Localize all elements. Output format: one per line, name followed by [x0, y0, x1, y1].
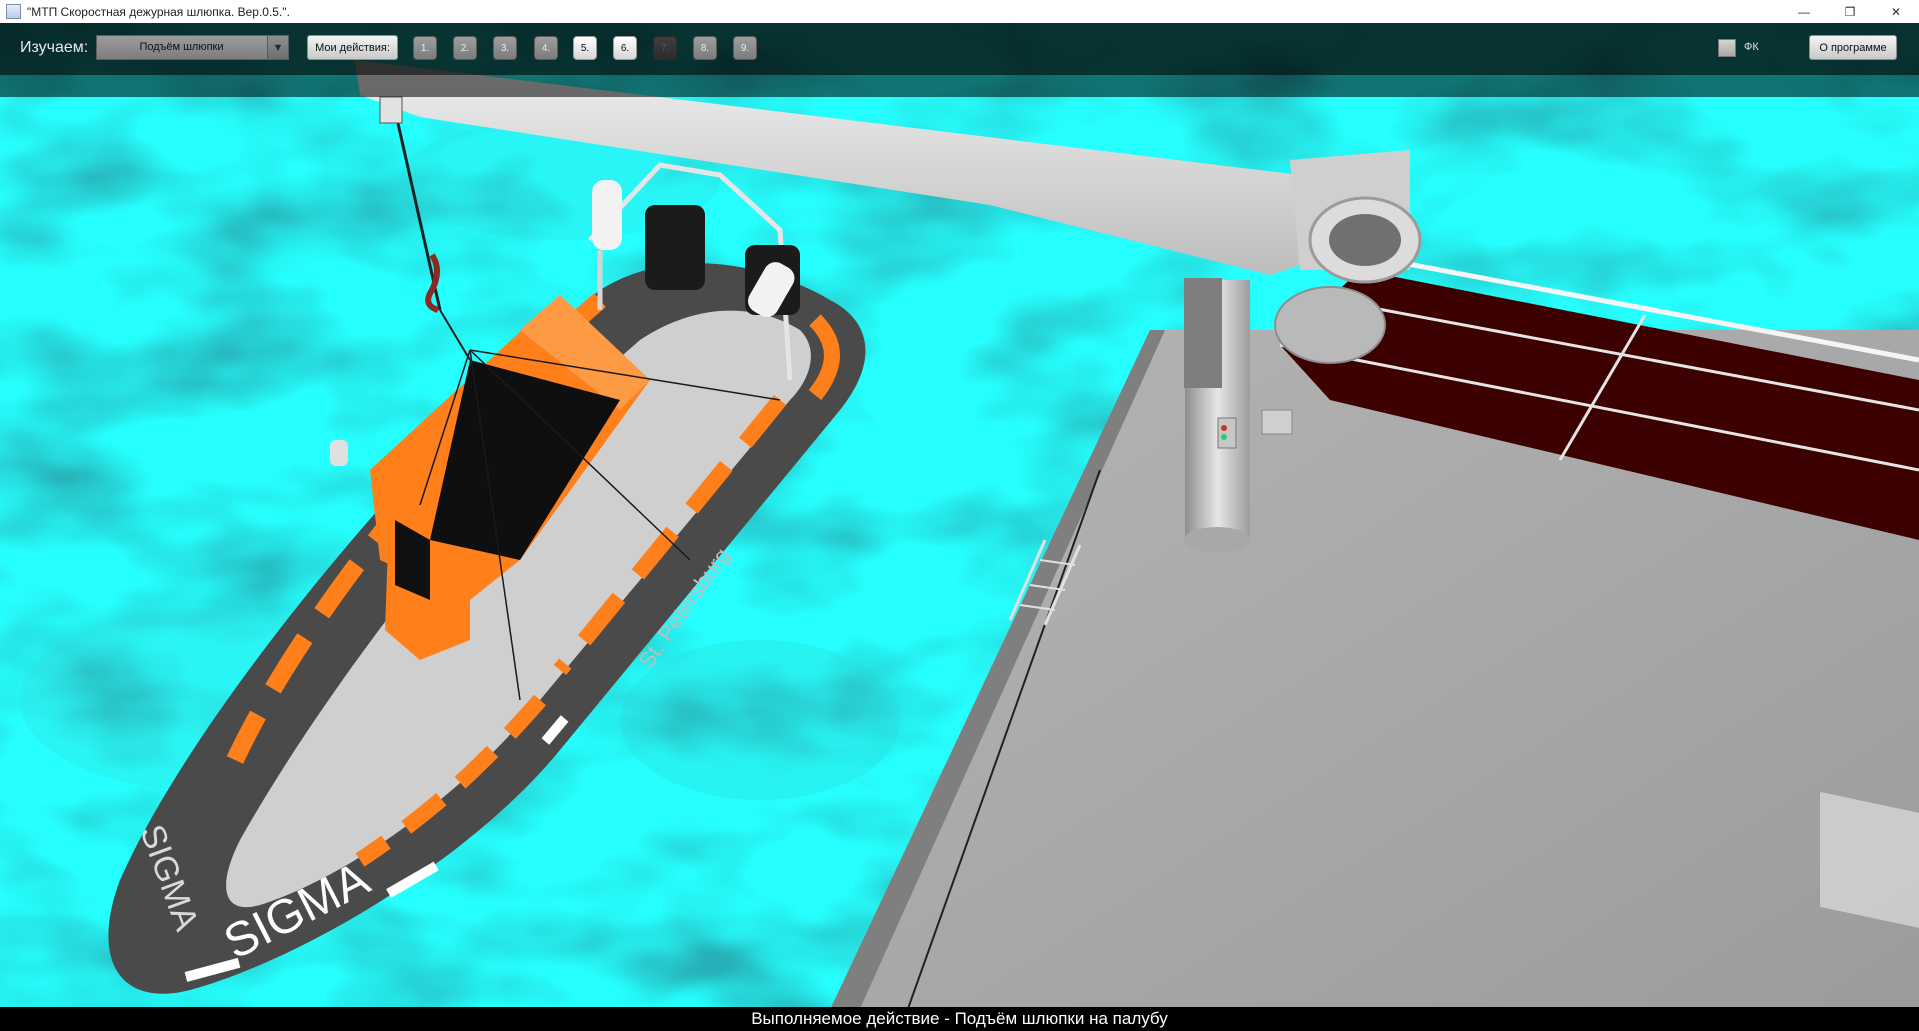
- app-icon: [6, 4, 21, 19]
- step-button-3[interactable]: 3.: [493, 36, 517, 60]
- about-button[interactable]: О программе: [1809, 35, 1897, 60]
- step-button-5[interactable]: 5.: [573, 36, 597, 60]
- window-title: "МТП Скоростная дежурная шлюпка. Вер.0.5…: [27, 4, 290, 19]
- study-topic-value: Подъём шлюпки: [139, 41, 224, 53]
- simulation-viewport[interactable]: SIGMA SIGMA St. Petersburg: [0, 23, 1919, 1031]
- step-button-8[interactable]: 8.: [693, 36, 717, 60]
- fk-checkbox[interactable]: [1718, 39, 1736, 57]
- step-button-9[interactable]: 9.: [733, 36, 757, 60]
- step-button-7[interactable]: 7.: [653, 36, 677, 60]
- study-topic-select[interactable]: Подъём шлюпки ▼: [96, 35, 289, 60]
- close-button[interactable]: ✕: [1873, 0, 1919, 23]
- status-bar: Выполняемое действие - Подъём шлюпки на …: [0, 1007, 1919, 1031]
- current-action-text: Выполняемое действие - Подъём шлюпки на …: [751, 1009, 1168, 1028]
- step-button-2[interactable]: 2.: [453, 36, 477, 60]
- my-actions-button[interactable]: Мои действия:: [307, 35, 398, 60]
- step-button-4[interactable]: 4.: [534, 36, 558, 60]
- chevron-down-icon[interactable]: ▼: [267, 36, 288, 59]
- step-button-1[interactable]: 1.: [413, 36, 437, 60]
- minimize-button[interactable]: —: [1781, 0, 1827, 23]
- window-titlebar: "МТП Скоростная дежурная шлюпка. Вер.0.5…: [0, 0, 1919, 24]
- window-controls: — ❐ ✕: [1781, 0, 1919, 23]
- study-label: Изучаем:: [20, 39, 89, 56]
- toolbar-shadow-strip: [0, 75, 1919, 97]
- step-button-6[interactable]: 6.: [613, 36, 637, 60]
- restore-button[interactable]: ❐: [1827, 0, 1873, 23]
- fk-label: ФК: [1744, 41, 1759, 53]
